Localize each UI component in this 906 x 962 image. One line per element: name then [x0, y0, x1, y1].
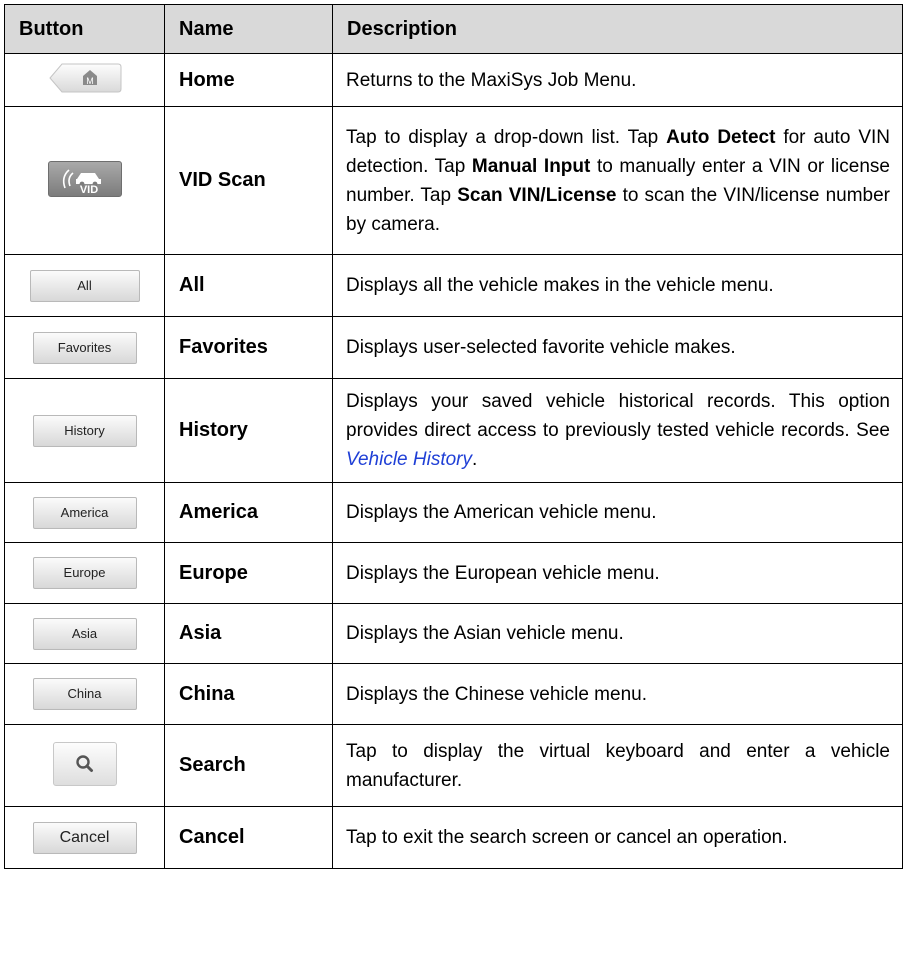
description-text: Displays all the vehicle makes in the ve…	[346, 275, 774, 296]
bold-term: Manual Input	[471, 155, 591, 177]
vid-scan-icon[interactable]: VID	[47, 160, 122, 197]
row-name: Home	[164, 53, 333, 107]
row-name: America	[164, 482, 333, 543]
row-description: Displays the Asian vehicle menu.	[332, 603, 903, 664]
row-description: Returns to the MaxiSys Job Menu.	[332, 53, 903, 107]
button-cell: America	[4, 482, 165, 543]
table-row: Favorites Favorites Displays user-select…	[4, 316, 903, 379]
description-text: Tap to display the virtual keyboard and …	[346, 740, 890, 791]
row-name: Europe	[164, 542, 333, 604]
button-cell: Asia	[4, 603, 165, 664]
header-button: Button	[4, 4, 165, 54]
row-name: Cancel	[164, 806, 333, 869]
history-button[interactable]: History	[32, 414, 137, 447]
row-description: Displays all the vehicle makes in the ve…	[332, 254, 903, 317]
home-m-icon[interactable]: M	[48, 63, 122, 93]
row-description: Displays the European vehicle menu.	[332, 542, 903, 604]
description-text: Tap to display a drop-down list. Tap	[346, 126, 667, 148]
description-text: Tap to exit the search screen or cancel …	[346, 827, 788, 848]
button-cell: Cancel	[4, 806, 165, 869]
button-cell: China	[4, 663, 165, 725]
row-description: Tap to display the virtual keyboard and …	[332, 724, 903, 807]
description-text: Returns to the MaxiSys Job Menu.	[346, 69, 637, 91]
all-button[interactable]: All	[29, 269, 140, 302]
row-name: All	[164, 254, 333, 317]
svg-text:M: M	[86, 76, 94, 86]
table-row: Asia Asia Displays the Asian vehicle men…	[4, 603, 903, 664]
button-cell: All	[4, 254, 165, 317]
button-cell: VID	[4, 106, 165, 255]
europe-button[interactable]: Europe	[32, 557, 137, 589]
button-cell	[4, 724, 165, 807]
bold-term: Scan VIN/License	[457, 184, 617, 206]
table-row: Cancel Cancel Tap to exit the search scr…	[4, 806, 903, 869]
row-name: Search	[164, 724, 333, 807]
table-row: China China Displays the Chinese vehicle…	[4, 663, 903, 725]
header-description: Description	[332, 4, 903, 54]
table-row: All All Displays all the vehicle makes i…	[4, 254, 903, 317]
description-text: Displays the European vehicle menu.	[346, 562, 660, 584]
table-row: History History Displays your saved vehi…	[4, 378, 903, 483]
description-text: Displays the American vehicle menu.	[346, 502, 657, 523]
row-name: China	[164, 663, 333, 725]
button-cell: M	[4, 53, 165, 107]
china-button[interactable]: China	[32, 678, 137, 710]
header-row: Button Name Description	[4, 4, 903, 54]
description-text: Displays the Asian vehicle menu.	[346, 623, 624, 644]
row-name: Asia	[164, 603, 333, 664]
button-cell: History	[4, 378, 165, 483]
row-description: Displays your saved vehicle historical r…	[332, 378, 903, 483]
row-description: Tap to display a drop-down list. Tap Aut…	[332, 106, 903, 255]
vehicle-history-link[interactable]: Vehicle History	[346, 449, 472, 470]
description-text: Displays the Chinese vehicle menu.	[346, 683, 647, 705]
favorites-button[interactable]: Favorites	[32, 331, 137, 364]
row-name: Favorites	[164, 316, 333, 379]
asia-button[interactable]: Asia	[32, 617, 137, 650]
table-row: Europe Europe Displays the European vehi…	[4, 542, 903, 604]
america-button[interactable]: America	[32, 496, 137, 529]
row-name: History	[164, 378, 333, 483]
description-text: Displays your saved vehicle historical r…	[346, 391, 890, 441]
button-cell: Favorites	[4, 316, 165, 379]
button-cell: Europe	[4, 542, 165, 604]
search-icon[interactable]	[52, 741, 117, 786]
button-reference-table: Button Name Description M Home Returns t…	[4, 4, 903, 869]
cancel-button[interactable]: Cancel	[32, 821, 137, 854]
table-row: America America Displays the American ve…	[4, 482, 903, 543]
table-row: VID VID Scan Tap to display a drop-down …	[4, 106, 903, 255]
bold-term: Auto Detect	[666, 126, 776, 148]
header-name: Name	[164, 4, 333, 54]
row-description: Displays user-selected favorite vehicle …	[332, 316, 903, 379]
description-text: .	[472, 449, 478, 470]
svg-text:VID: VID	[79, 184, 97, 196]
table-row: Search Tap to display the virtual keyboa…	[4, 724, 903, 807]
row-description: Displays the American vehicle menu.	[332, 482, 903, 543]
table-row: M Home Returns to the MaxiSys Job Menu.	[4, 53, 903, 107]
row-name: VID Scan	[164, 106, 333, 255]
row-description: Tap to exit the search screen or cancel …	[332, 806, 903, 869]
description-text: Displays user-selected favorite vehicle …	[346, 337, 736, 358]
row-description: Displays the Chinese vehicle menu.	[332, 663, 903, 725]
